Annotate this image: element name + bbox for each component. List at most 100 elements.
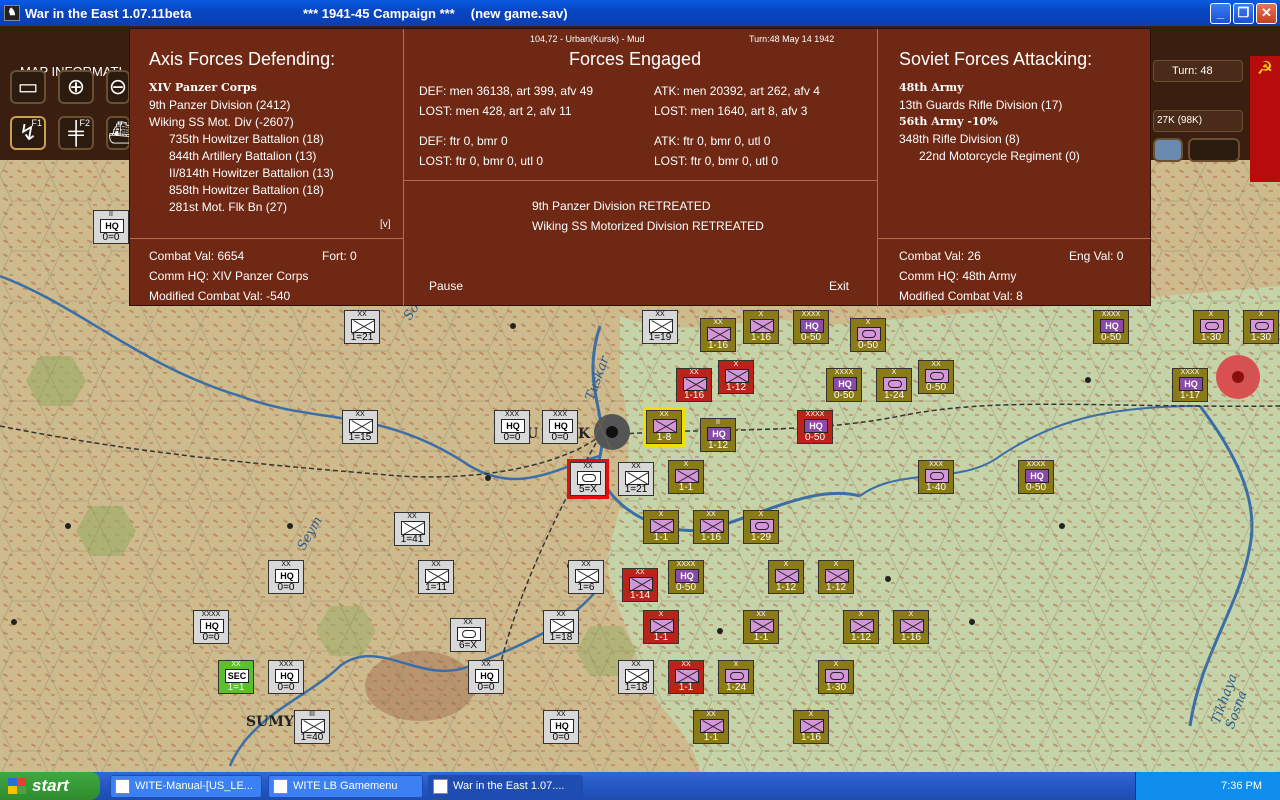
soviet-unit-counter[interactable]: XXXX HQ 0-50 xyxy=(1093,310,1129,344)
soviet-unit-counter[interactable]: X 1-12 xyxy=(818,560,854,594)
atk-air-losses: LOST: ftr 0, bmr 0, utl 0 xyxy=(654,154,779,168)
pause-button[interactable]: Pause xyxy=(429,279,463,293)
axis-unit-counter[interactable]: XX 1=15 xyxy=(342,410,378,444)
axis-unit-counter[interactable]: XXX HQ 0=0 xyxy=(542,410,578,444)
inf-symbol-icon xyxy=(700,719,724,733)
inf-symbol-icon xyxy=(625,471,649,485)
maximize-button[interactable]: ❐ xyxy=(1233,3,1254,24)
atk-air-forces: ATK: ftr 0, bmr 0, utl 0 xyxy=(654,134,771,148)
axis-unit-counter[interactable]: XX 1=21 xyxy=(618,462,654,496)
axis-unit-counter[interactable]: XX HQ 0=0 xyxy=(543,710,579,744)
soviet-unit-counter[interactable]: X 1-30 xyxy=(818,660,854,694)
zoom-out-button[interactable]: ⊖ xyxy=(106,70,130,104)
soviet-unit-counter[interactable]: XXXX HQ 0-50 xyxy=(826,368,862,402)
axis-unit-counter[interactable]: XX 1=19 xyxy=(642,310,678,344)
forces-engaged-header: Forces Engaged xyxy=(569,49,702,69)
axis-unit-counter[interactable]: III 1=40 xyxy=(294,710,330,744)
axis-unit-counter[interactable]: II HQ 0=0 xyxy=(93,210,129,244)
taskbar-item-manual[interactable]: WITE-Manual-[US_LE... xyxy=(110,775,262,798)
soviet-unit-counter[interactable]: X 1-29 xyxy=(743,510,779,544)
hq-symbol-icon: HQ xyxy=(707,427,731,441)
windows-icon-button[interactable]: ▭ xyxy=(10,70,46,104)
inf-symbol-icon xyxy=(425,569,449,583)
taskbar-item-game[interactable]: War in the East 1.07.... xyxy=(428,775,583,798)
expand-list-button[interactable]: [v] xyxy=(380,219,391,230)
soviet-unit-counter[interactable]: II HQ 1-12 xyxy=(700,418,736,452)
inf-symbol-icon xyxy=(800,719,824,733)
inf-symbol-icon xyxy=(700,519,724,533)
soviet-unit-counter[interactable]: XX 1-8 xyxy=(643,407,685,447)
taskbar-item-gamemenu[interactable]: WITE LB Gamemenu xyxy=(268,775,423,798)
soviet-flag-icon: ☭ xyxy=(1250,56,1280,182)
soviet-unit-counter[interactable]: XXXX HQ 0-50 xyxy=(1018,460,1054,494)
axis-unit-counter[interactable]: XX 1=41 xyxy=(394,512,430,546)
soviet-unit-counter[interactable]: XX 1-16 xyxy=(700,318,736,352)
soviet-unit-counter[interactable]: X 1-12 xyxy=(768,560,804,594)
soviet-unit-counter[interactable]: XX 1-1 xyxy=(668,660,704,694)
arm-symbol-icon xyxy=(825,669,849,683)
soviet-unit-counter[interactable]: XX 1-14 xyxy=(622,568,658,602)
exit-button[interactable]: Exit xyxy=(829,279,849,293)
axis-unit-counter[interactable]: XX 1=6 xyxy=(568,560,604,594)
zoom-in-button[interactable]: ⊕ xyxy=(58,70,94,104)
axis-unit-counter[interactable]: XX HQ 0=0 xyxy=(468,660,504,694)
axis-unit-counter[interactable]: XXX HQ 0=0 xyxy=(494,410,530,444)
soviet-unit-counter[interactable]: X 1-1 xyxy=(643,610,679,644)
soviet-unit-counter[interactable]: X 1-12 xyxy=(843,610,879,644)
soviet-unit-counter[interactable]: X 1-30 xyxy=(1243,310,1279,344)
weather-button[interactable] xyxy=(1153,138,1183,162)
window-title-bar[interactable]: ♞ War in the East 1.07.11beta *** 1941-4… xyxy=(0,0,1280,26)
soviet-unit-counter[interactable]: XX 1-16 xyxy=(693,510,729,544)
axis-unit-counter[interactable]: XX 1=21 xyxy=(344,310,380,344)
soviet-unit-counter[interactable]: XX 1-1 xyxy=(693,710,729,744)
soviet-unit-counter[interactable]: XXXX HQ 0-50 xyxy=(797,410,833,444)
soviet-unit-counter[interactable]: XX 1-1 xyxy=(743,610,779,644)
axis-unit-counter[interactable]: XX 1=18 xyxy=(618,660,654,694)
axis-unit-counter[interactable]: XXX HQ 0=0 xyxy=(268,660,304,694)
start-button[interactable]: start xyxy=(0,772,100,800)
soviet-unit-counter[interactable]: X 1-16 xyxy=(743,310,779,344)
axis-unit-entry: XIV Panzer Corps xyxy=(149,81,257,94)
naval-mode-button[interactable]: ⛴ xyxy=(106,116,136,150)
combat-result-1: 9th Panzer Division RETREATED xyxy=(532,199,711,213)
move-mode-button[interactable]: F1 ↯ xyxy=(10,116,46,150)
axis-unit-counter[interactable]: XXXX HQ 0=0 xyxy=(193,610,229,644)
clock[interactable]: 7:36 PM xyxy=(1221,780,1262,792)
minimize-button[interactable]: _ xyxy=(1210,3,1231,24)
axis-unit-counter[interactable]: XX 1=11 xyxy=(418,560,454,594)
close-button[interactable]: ✕ xyxy=(1256,3,1277,24)
windows-logo-icon xyxy=(8,778,26,794)
combat-result-2: Wiking SS Motorized Division RETREATED xyxy=(532,219,764,233)
soviet-unit-counter[interactable]: X 1-16 xyxy=(893,610,929,644)
soviet-unit-counter[interactable]: XX 0-50 xyxy=(918,360,954,394)
soviet-unit-counter[interactable]: X 1-30 xyxy=(1193,310,1229,344)
axis-unit-entry: 735th Howitzer Battalion (18) xyxy=(169,132,324,146)
soviet-unit-entry: 22nd Motorcycle Regiment (0) xyxy=(919,149,1080,163)
turn-indicator: Turn: 48 xyxy=(1153,60,1243,82)
axis-unit-counter[interactable]: XX HQ 0=0 xyxy=(268,560,304,594)
soviet-unit-counter[interactable]: X 0-50 xyxy=(850,318,886,352)
inf-symbol-icon xyxy=(750,319,774,333)
axis-unit-counter[interactable]: XX 6=X xyxy=(450,618,486,652)
security-unit-counter[interactable]: XX SEC 1=1 xyxy=(218,660,254,694)
soviet-unit-counter[interactable]: X 1-24 xyxy=(718,660,754,694)
hq-symbol-icon: HQ xyxy=(1025,469,1049,483)
soviet-unit-counter[interactable]: X 1-12 xyxy=(718,360,754,394)
soviet-unit-counter[interactable]: XXX 1-40 xyxy=(918,460,954,494)
blank-control-button[interactable] xyxy=(1188,138,1240,162)
rail-mode-button[interactable]: F2 ╪ xyxy=(58,116,94,150)
soviet-unit-counter[interactable]: XXXX HQ 0-50 xyxy=(793,310,829,344)
soviet-unit-counter[interactable]: XXXX HQ 1-17 xyxy=(1172,368,1208,402)
soviet-unit-counter[interactable]: X 1-24 xyxy=(876,368,912,402)
axis-unit-counter[interactable]: XX 1=18 xyxy=(543,610,579,644)
axis-unit-counter[interactable]: XX 5=X xyxy=(567,459,609,499)
axis-unit-entry: 844th Artillery Battalion (13) xyxy=(169,149,317,163)
soviet-unit-counter[interactable]: X 1-1 xyxy=(668,460,704,494)
inf-symbol-icon xyxy=(750,619,774,633)
soviet-unit-counter[interactable]: X 1-16 xyxy=(793,710,829,744)
axis-defending-header: Axis Forces Defending: xyxy=(149,49,336,69)
soviet-unit-counter[interactable]: X 1-1 xyxy=(643,510,679,544)
axis-unit-entry: 858th Howitzer Battalion (18) xyxy=(169,183,324,197)
soviet-unit-counter[interactable]: XX 1-16 xyxy=(676,368,712,402)
soviet-unit-counter[interactable]: XXXX HQ 0-50 xyxy=(668,560,704,594)
